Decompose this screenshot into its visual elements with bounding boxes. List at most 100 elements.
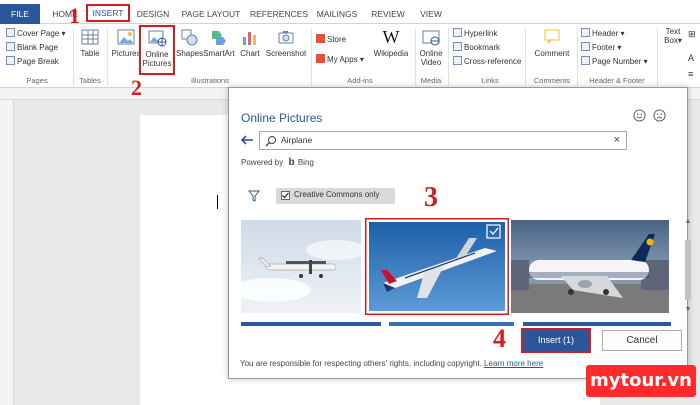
tab-mailings[interactable]: MAILINGS [314,5,360,23]
search-query: Airplane [281,135,313,145]
pictures-button[interactable]: Pictures [110,27,142,58]
hyperlink-icon [453,28,462,37]
tab-insert[interactable]: INSERT [86,4,130,22]
image-results [241,218,671,323]
camera-icon [278,31,294,44]
chevron-down-icon: ▾ [618,29,625,38]
screenshot-button[interactable]: Screenshot [264,27,308,58]
hyperlink-button[interactable]: Hyperlink [453,28,497,40]
search-icon [265,136,276,147]
group-label-pages: Pages [26,76,48,85]
header-icon [581,28,590,37]
page-number-button[interactable]: Page Number ▾ [581,56,648,68]
online-video-button[interactable]: Online Video [417,27,445,67]
bookmark-button[interactable]: Bookmark [453,42,500,54]
checkbox-checked-icon [281,191,290,200]
comment-button[interactable]: Comment [530,27,574,58]
chevron-down-icon: ▾ [677,36,682,45]
tab-page-layout[interactable]: PAGE LAYOUT [180,5,242,23]
cancel-button[interactable]: Cancel [602,330,682,351]
image-result-british-airways-plane[interactable] [365,218,509,315]
cross-reference-icon [453,56,462,65]
wikipedia-button[interactable]: W Wikipedia [370,27,412,58]
bing-logo-icon: b [288,157,295,168]
page-number-icon [581,56,590,65]
chevron-down-icon: ▾ [59,29,66,38]
store-icon [316,34,325,43]
smartart-button[interactable]: SmartArt [202,27,236,58]
ribbon-tab-bar: FILE HOME INSERT DESIGN PAGE LAYOUT REFE… [0,0,700,24]
group-divider [73,28,74,86]
group-label-comments: Comments [533,76,571,85]
group-divider [415,28,416,86]
filter-icon[interactable] [248,190,260,202]
back-arrow-icon[interactable] [240,134,254,146]
cover-page-icon [6,28,15,37]
online-pictures-button[interactable]: Online Pictures [139,25,175,75]
creative-commons-label: Creative Commons only [294,190,380,199]
search-input[interactable]: Airplane × [259,131,627,150]
group-label-add-ins: Add-ins [347,76,373,85]
vertical-ruler [0,100,14,405]
drop-cap-icon[interactable]: ≡ [688,68,693,80]
insert-button[interactable]: Insert (1) [521,328,591,353]
results-scrollbar[interactable]: ▲ ▼ [684,218,692,318]
next-row-preview [241,322,671,326]
smiley-icon[interactable] [633,109,646,122]
tab-view[interactable]: VIEW [416,5,446,23]
mytour-watermark: mytour.vn [586,365,696,397]
group-label-tables: Tables [79,76,101,85]
tab-references[interactable]: REFERENCES [250,5,308,23]
chevron-down-icon: ▾ [641,57,648,66]
image-result-small-plane[interactable] [241,220,361,313]
image-result-lufthansa-plane[interactable] [511,220,669,313]
step-number-3: 3 [424,182,438,213]
shapes-button[interactable]: Shapes [176,27,203,58]
group-divider [525,28,526,86]
learn-more-link[interactable]: Learn more here [484,359,543,368]
table-icon [81,29,99,45]
table-button[interactable]: Table [76,27,104,58]
quick-parts-icon[interactable]: ⊞ [688,28,696,40]
my-apps-button[interactable]: My Apps ▾ [316,54,364,66]
clear-search-icon[interactable]: × [614,134,620,146]
blank-page-icon [6,42,15,51]
footer-icon [581,42,590,51]
ribbon: Cover Page ▾ Blank Page Page Break Pages… [0,24,700,88]
frown-icon[interactable] [653,109,666,122]
store-button[interactable]: Store [316,34,346,46]
page-break-icon [6,56,15,65]
shapes-icon [181,29,198,46]
group-divider [107,28,108,86]
scroll-up-icon[interactable]: ▲ [684,218,692,226]
cover-page-button[interactable]: Cover Page ▾ [6,28,66,40]
tab-review[interactable]: REVIEW [368,5,408,23]
online-pictures-icon [148,30,167,47]
tab-design[interactable]: DESIGN [134,5,172,23]
header-button[interactable]: Header ▾ [581,28,625,40]
video-icon [422,30,440,46]
text-box-button[interactable]: Text Box▾ [660,27,686,45]
group-divider [657,28,658,86]
step-number-2: 2 [131,75,142,100]
page-break-button[interactable]: Page Break [6,56,59,68]
copyright-notice: You are responsible for respecting other… [240,359,544,368]
pictures-icon [117,29,135,45]
wordart-icon[interactable]: A [688,52,694,64]
scroll-down-icon[interactable]: ▼ [684,306,692,314]
text-cursor [217,195,218,209]
chart-icon [243,32,256,45]
step-number-1: 1 [69,3,80,28]
tab-file[interactable]: FILE [0,4,40,24]
chart-button[interactable]: Chart [237,27,263,58]
blank-page-button[interactable]: Blank Page [6,42,58,54]
scrollbar-thumb[interactable] [685,240,691,300]
wikipedia-icon: W [382,27,400,47]
bookmark-icon [453,42,462,51]
creative-commons-checkbox[interactable]: Creative Commons only [276,188,395,204]
smartart-icon [212,31,226,45]
cross-reference-button[interactable]: Cross-reference [453,56,521,68]
online-pictures-dialog: Online Pictures Airplane × Powered by b … [228,87,691,379]
powered-by-bing: Powered by b Bing [241,157,314,168]
footer-button[interactable]: Footer ▾ [581,42,621,54]
